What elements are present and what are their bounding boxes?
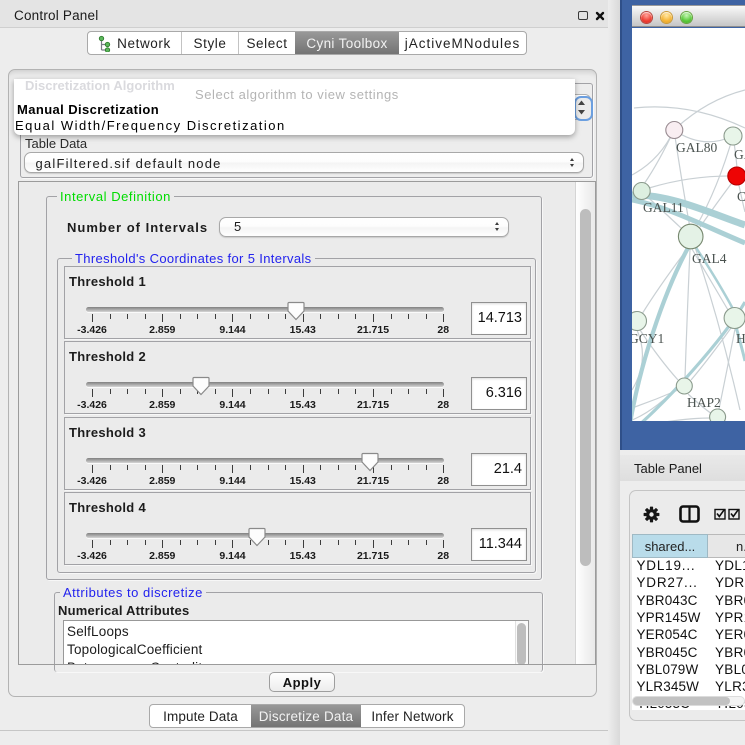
svg-text:GA: GA: [734, 147, 745, 162]
svg-text:GCY1: GCY1: [632, 331, 664, 346]
svg-text:C: C: [737, 189, 745, 204]
svg-text:GAL80: GAL80: [676, 140, 717, 155]
svg-text:HAP2: HAP2: [687, 395, 721, 410]
svg-text:GAL4: GAL4: [692, 251, 727, 266]
svg-text:GAL11: GAL11: [643, 200, 684, 215]
svg-text:H: H: [736, 331, 745, 346]
